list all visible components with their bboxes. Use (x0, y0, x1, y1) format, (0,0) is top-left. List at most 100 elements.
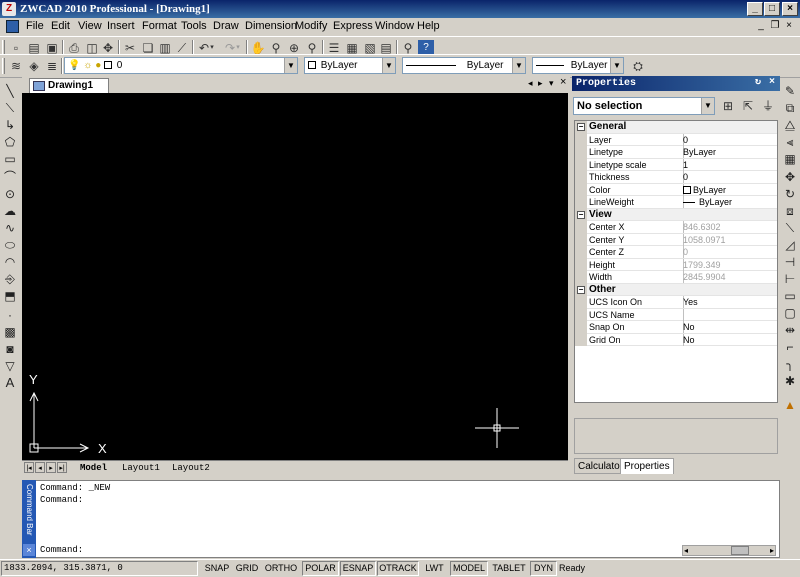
chevron-down-icon[interactable]: ▼ (701, 98, 714, 114)
menu-view[interactable]: View (78, 20, 102, 32)
polar-toggle[interactable]: POLAR (302, 561, 339, 576)
make-block-icon[interactable]: ⬒ (2, 288, 18, 304)
plot-style-icon[interactable]: ⛭ (630, 58, 646, 74)
quick-select-icon[interactable]: ⏚ (760, 98, 776, 114)
erase-icon[interactable]: ✎ (782, 83, 798, 99)
layer-dropdown[interactable]: 💡 ☼ ● 0 ▼ (64, 57, 298, 74)
prop-row-thickness[interactable]: Thickness 0 (575, 171, 777, 184)
polygon-icon[interactable]: ⬠ (2, 134, 18, 150)
layer-manager-icon[interactable]: ≋ (8, 58, 24, 74)
array-icon[interactable]: ▦ (782, 151, 798, 167)
esnap-toggle[interactable]: ESNAP (340, 561, 376, 576)
menu-insert[interactable]: Insert (107, 20, 135, 32)
toolbar-grip[interactable] (2, 58, 5, 74)
prop-row-ucs-icon-on[interactable]: UCS Icon On Yes (575, 296, 777, 309)
line-icon[interactable]: ╲ (2, 83, 18, 99)
polyline-icon[interactable]: ↳ (2, 117, 18, 133)
lwt-toggle[interactable]: LWT (421, 561, 448, 576)
point-icon[interactable]: · (2, 307, 18, 323)
chamfer-icon[interactable]: ⌐ (782, 339, 798, 355)
menu-tools[interactable]: Tools (181, 20, 207, 32)
tab-scroll-left-icon[interactable]: ◂ (528, 78, 533, 89)
toggle-pickadd-icon[interactable]: ⊞ (720, 98, 736, 114)
menu-format[interactable]: Format (142, 20, 177, 32)
dyn-toggle[interactable]: DYN (530, 561, 557, 576)
move-icon[interactable]: ✥ (782, 169, 798, 185)
break-at-point-icon[interactable]: ▭ (782, 288, 798, 304)
mirror-icon[interactable]: ⧋ (782, 117, 798, 133)
menu-dimension[interactable]: Dimension (245, 20, 297, 32)
collapse-icon[interactable]: − (577, 285, 585, 294)
ellipse-icon[interactable]: ⬭ (2, 237, 18, 253)
scroll-left-icon[interactable]: ◂ (684, 546, 688, 555)
tab-model[interactable]: Model (80, 462, 107, 474)
first-layout-icon[interactable]: |◂ (24, 462, 34, 473)
join-icon[interactable]: ⇹ (782, 322, 798, 338)
ellipse-arc-icon[interactable]: ◠ (2, 254, 18, 270)
prop-row-color[interactable]: Color ByLayer (575, 183, 777, 196)
make-object-layer-current-icon[interactable]: ◈ (26, 58, 42, 74)
lineweight-dropdown[interactable]: ByLayer ▼ (532, 57, 624, 74)
chevron-down-icon[interactable]: ▼ (610, 58, 623, 73)
last-layout-icon[interactable]: ▸| (57, 462, 67, 473)
lengthen-icon[interactable]: ◿ (782, 237, 798, 253)
explode-icon[interactable]: ✱ (782, 373, 798, 389)
document-menu-icon[interactable] (6, 20, 19, 33)
mdi-restore-button[interactable]: ❐ (768, 20, 782, 31)
command-bar-handle[interactable]: Command Bar × (22, 480, 36, 558)
mdi-close-button[interactable]: × (782, 20, 796, 31)
prop-row-snap-on[interactable]: Snap On No (575, 321, 777, 334)
construction-line-icon[interactable]: ⟍ (2, 100, 18, 116)
group-view[interactable]: − View (575, 208, 777, 221)
hatch-icon[interactable]: ▩ (2, 324, 18, 340)
menu-express[interactable]: Express (333, 20, 373, 32)
menu-help[interactable]: Help (417, 20, 440, 32)
prop-row-layer[interactable]: Layer 0 (575, 133, 777, 146)
linetype-dropdown[interactable]: ByLayer ▼ (402, 57, 526, 74)
command-scrollbar[interactable]: ◂ ▸ (682, 545, 776, 556)
close-drawing-icon[interactable]: × (560, 76, 566, 88)
drawing-canvas[interactable]: Y X (22, 93, 568, 460)
collapse-icon[interactable]: − (577, 123, 585, 131)
trim-icon[interactable]: ⊣ (782, 254, 798, 270)
chevron-down-icon[interactable]: ▼ (382, 58, 395, 73)
ortho-toggle[interactable]: ORTHO (262, 561, 300, 576)
scroll-right-icon[interactable]: ▸ (770, 546, 774, 555)
scroll-thumb[interactable] (731, 546, 749, 555)
prop-row-lineweight[interactable]: LineWeight ByLayer (575, 196, 777, 209)
offset-icon[interactable]: ⫷ (782, 134, 798, 150)
auto-hide-icon[interactable]: ↻ (752, 77, 764, 89)
rectangle-icon[interactable]: ▭ (2, 151, 18, 167)
tab-properties[interactable]: Properties (620, 458, 674, 474)
chevron-down-icon[interactable]: ▼ (284, 58, 297, 73)
rotate-icon[interactable]: ↻ (782, 186, 798, 202)
tab-layout1[interactable]: Layout1 (122, 462, 160, 474)
tab-scroll-right-icon[interactable]: ▸ (538, 78, 543, 89)
prop-row-grid-on[interactable]: Grid On No (575, 333, 777, 346)
region-icon[interactable]: ◙ (2, 341, 18, 357)
menu-window[interactable]: Window (375, 20, 414, 32)
menu-file[interactable]: File (26, 20, 44, 32)
otrack-toggle[interactable]: OTRACK (377, 561, 419, 576)
prop-row-linetype[interactable]: Linetype ByLayer (575, 146, 777, 159)
grid-toggle[interactable]: GRID (233, 561, 261, 576)
coordinate-readout[interactable]: 1833.2094, 315.3871, 0 (1, 561, 198, 576)
arc-icon[interactable]: ⌒ (2, 169, 18, 185)
color-dropdown[interactable]: ByLayer ▼ (304, 57, 396, 74)
prev-layout-icon[interactable]: ◂ (35, 462, 45, 473)
prop-row-ucs-name[interactable]: UCS Name (575, 308, 777, 321)
mdi-minimize-button[interactable]: _ (754, 20, 768, 31)
group-other[interactable]: − Other (575, 283, 777, 296)
tab-layout2[interactable]: Layout2 (172, 462, 210, 474)
chevron-down-icon[interactable]: ▼ (512, 58, 525, 73)
selection-dropdown[interactable]: No selection ▼ (573, 97, 715, 115)
select-objects-icon[interactable]: ⇱ (740, 98, 756, 114)
close-button[interactable]: × (782, 2, 798, 16)
revision-cloud-icon[interactable]: ☁ (2, 203, 18, 219)
spline-icon[interactable]: ∿ (2, 220, 18, 236)
scale-icon[interactable]: ⧈ (782, 203, 798, 219)
next-layout-icon[interactable]: ▸ (46, 462, 56, 473)
stretch-icon[interactable]: ⟍ (782, 220, 798, 236)
close-panel-icon[interactable]: × (766, 77, 778, 89)
circle-icon[interactable]: ⊙ (2, 186, 18, 202)
